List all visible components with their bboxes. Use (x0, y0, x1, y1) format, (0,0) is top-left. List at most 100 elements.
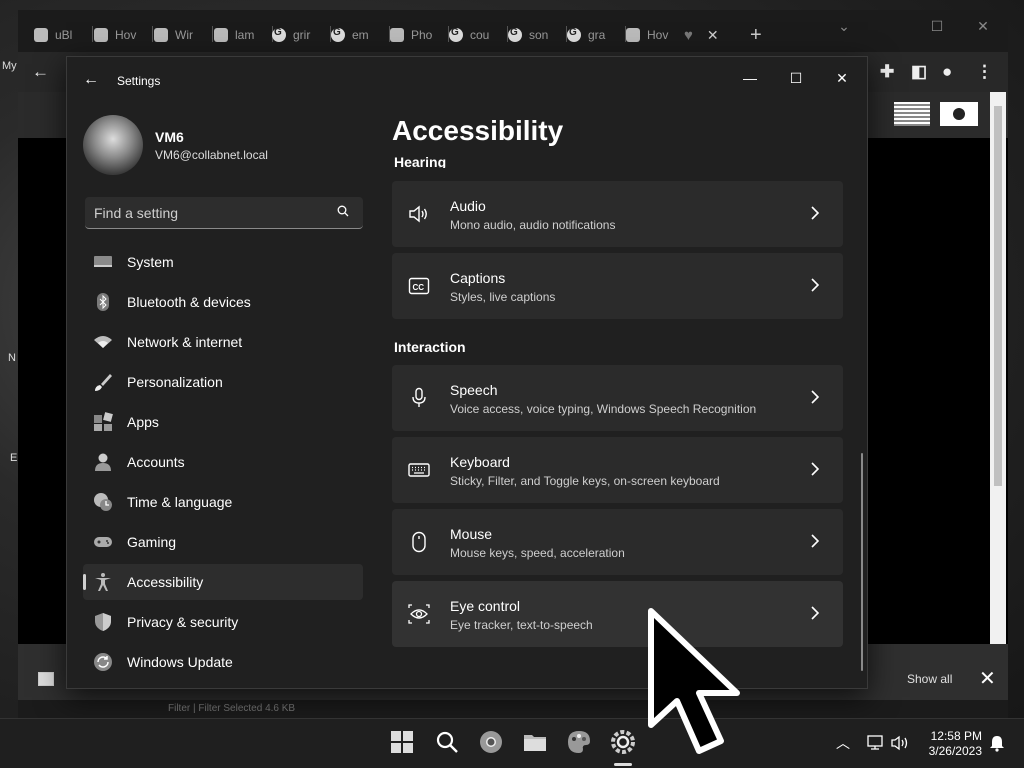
card-subtitle: Eye tracker, text-to-speech (450, 618, 593, 632)
section-heading-interaction: Interaction (394, 339, 466, 355)
close-download-bar-icon[interactable]: ✕ (979, 666, 996, 691)
tab-label: son (529, 28, 549, 42)
close-icon[interactable]: ✕ (819, 63, 865, 93)
search-icon[interactable] (434, 729, 460, 755)
user-name: VM6 (155, 129, 184, 145)
close-icon[interactable]: ✕ (960, 12, 1006, 40)
back-arrow-icon[interactable]: ← (32, 62, 49, 82)
maximize-icon[interactable]: ☐ (773, 63, 819, 93)
google-icon (449, 27, 463, 42)
tab-label: Wir (175, 28, 193, 42)
network-icon[interactable] (867, 735, 887, 751)
card-keyboard[interactable]: Keyboard Sticky, Filter, and Toggle keys… (392, 437, 843, 503)
system-clock[interactable]: 12:58 PM 3/26/2023 (918, 729, 982, 759)
search-icon[interactable] (337, 205, 349, 217)
browser-tab[interactable]: Hov (94, 22, 153, 48)
settings-scrollbar[interactable] (861, 453, 863, 671)
nav-item-privacy[interactable]: Privacy & security (83, 604, 363, 640)
file-explorer-icon[interactable] (522, 729, 548, 755)
clock-time: 12:58 PM (930, 729, 982, 743)
site-icon (626, 28, 640, 42)
flag-icon[interactable] (894, 102, 930, 126)
chevron-right-icon (811, 606, 820, 620)
shield-icon (95, 613, 111, 631)
tab-label: em (352, 28, 369, 42)
mouse-cursor (648, 608, 740, 754)
settings-icon[interactable] (610, 729, 636, 755)
card-subtitle: Styles, live captions (450, 290, 556, 304)
browser-tab-active[interactable]: ♥ ✕ (684, 22, 744, 48)
search-input[interactable] (94, 197, 324, 228)
page-scrollbar[interactable] (990, 92, 1006, 644)
card-mouse[interactable]: Mouse Mouse keys, speed, acceleration (392, 509, 843, 575)
nav-item-system[interactable]: System (83, 244, 363, 280)
volume-icon[interactable] (891, 735, 911, 751)
card-title: Speech (450, 382, 498, 398)
avatar[interactable] (83, 115, 143, 175)
new-tab-button[interactable]: + (750, 22, 762, 48)
paint-icon[interactable] (566, 729, 592, 755)
site-icon (94, 28, 108, 42)
google-icon (508, 27, 522, 42)
card-subtitle: Voice access, voice typing, Windows Spee… (450, 402, 757, 416)
nav-item-accounts[interactable]: Accounts (83, 444, 363, 480)
keyboard-icon (408, 463, 430, 477)
card-title: Keyboard (450, 454, 510, 470)
clock-date: 3/26/2023 (928, 744, 982, 758)
profile-icon[interactable]: ● (942, 62, 952, 82)
cc-icon: CC (408, 277, 430, 295)
taskbar: ︿ 12:58 PM 3/26/2023 (0, 718, 1024, 768)
sidepanel-icon[interactable]: ◧ (911, 62, 927, 82)
notification-bell-icon[interactable] (988, 734, 1006, 752)
menu-icon[interactable]: ⋮ (976, 62, 993, 82)
chevron-down-icon[interactable]: ⌄ (821, 12, 867, 40)
browser-tab[interactable]: son (508, 22, 567, 48)
nav-item-apps[interactable]: Apps (83, 404, 363, 440)
flag-icon[interactable] (940, 102, 978, 126)
nav-item-network[interactable]: Network & internet (83, 324, 363, 360)
gamepad-icon (94, 537, 112, 547)
browser-tab[interactable]: gra (567, 22, 626, 48)
search-box[interactable] (85, 197, 363, 229)
chevron-right-icon (811, 206, 820, 220)
nav-item-windows-update[interactable]: Windows Update (83, 644, 363, 680)
card-title: Audio (450, 198, 486, 214)
browser-tab[interactable]: em (331, 22, 390, 48)
desktop-label: My (2, 60, 17, 72)
desktop-label: E (10, 452, 18, 464)
start-icon[interactable] (389, 729, 415, 755)
browser-tab[interactable]: uBl (34, 22, 93, 48)
minimize-icon[interactable]: — (727, 63, 773, 93)
maximize-icon[interactable]: ☐ (914, 12, 960, 40)
ublock-icon (34, 28, 48, 42)
browser-tab[interactable]: Wir (154, 22, 213, 48)
nav-item-accessibility[interactable]: Accessibility (83, 564, 363, 600)
system-icon (94, 256, 112, 267)
nav-item-time-language[interactable]: Time & language (83, 484, 363, 520)
card-speech[interactable]: Speech Voice access, voice typing, Windo… (392, 365, 843, 431)
card-captions[interactable]: CC Captions Styles, live captions (392, 253, 843, 319)
tab-label: Hov (115, 28, 137, 42)
chrome-icon[interactable] (478, 729, 504, 755)
settings-window: ← Settings — ☐ ✕ VM6 VM6@collabnet.local… (66, 56, 868, 689)
extensions-icon[interactable]: ✚ (880, 62, 894, 82)
chevron-up-icon[interactable]: ︿ (836, 733, 850, 753)
nav-item-bluetooth[interactable]: Bluetooth & devices (83, 284, 363, 320)
scroll-thumb[interactable] (994, 106, 1002, 486)
browser-tab[interactable]: Pho (390, 22, 449, 48)
browser-tab[interactable]: cou (449, 22, 508, 48)
browser-tab[interactable]: Hov (626, 22, 680, 48)
browser-tab[interactable]: grir (272, 22, 331, 48)
wifi-icon (94, 336, 112, 348)
close-tab-icon[interactable]: ✕ (707, 27, 719, 44)
card-audio[interactable]: Audio Mono audio, audio notifications (392, 181, 843, 247)
card-subtitle: Sticky, Filter, and Toggle keys, on-scre… (450, 474, 720, 488)
browser-tab[interactable]: lam (214, 22, 273, 48)
google-icon (567, 27, 581, 42)
nav-item-gaming[interactable]: Gaming (83, 524, 363, 560)
file-icon[interactable] (38, 672, 54, 686)
back-arrow-icon[interactable]: ← (83, 71, 99, 89)
nav-item-personalization[interactable]: Personalization (83, 364, 363, 400)
card-eye-control[interactable]: Eye control Eye tracker, text-to-speech (392, 581, 843, 647)
show-all-button[interactable]: Show all (907, 672, 952, 686)
